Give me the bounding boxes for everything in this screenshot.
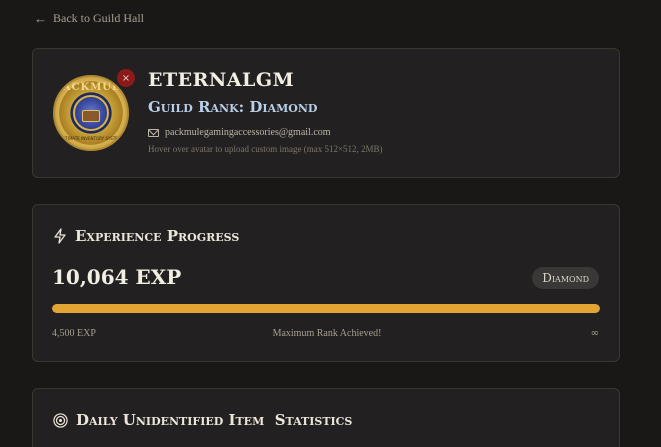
email-row: packmulegamingaccessories@gmail.com: [148, 127, 331, 138]
upload-hint: Hover over avatar to upload custom image…: [148, 144, 383, 154]
mail-icon: [148, 128, 159, 137]
experience-progress-fill: [52, 304, 600, 313]
chest-icon: [82, 109, 100, 122]
avatar-logo-subtext: ULTIMATE INVENTORY SYSTEM: [60, 136, 122, 141]
daily-stats-card: Daily Unidentified Item Statistics: [32, 388, 620, 447]
daily-stats-title: Daily Unidentified Item Statistics: [53, 411, 352, 429]
profile-card: PACKMULE ULTIMATE INVENTORY SYSTEM × ETE…: [32, 48, 620, 178]
avatar[interactable]: PACKMULE ULTIMATE INVENTORY SYSTEM: [53, 75, 129, 151]
experience-value: 10,064 EXP: [52, 265, 182, 289]
close-icon: ×: [121, 72, 131, 84]
rank-badge: Diamond: [532, 267, 599, 289]
back-to-guild-hall-link[interactable]: ← Back to Guild Hall: [34, 11, 144, 26]
progress-max-label: ∞: [590, 328, 599, 339]
target-icon: [53, 412, 68, 428]
experience-progress-bar: [52, 304, 600, 313]
bolt-icon: [54, 228, 66, 244]
arrow-left-icon: ←: [34, 11, 47, 26]
avatar-upload-area[interactable]: PACKMULE ULTIMATE INVENTORY SYSTEM ×: [53, 69, 135, 151]
avatar-logo-text: PACKMULE: [55, 82, 129, 93]
back-link-label: Back to Guild Hall: [53, 11, 144, 25]
remove-avatar-button[interactable]: ×: [117, 69, 135, 87]
experience-card: Experience Progress 10,064 EXP Diamond 4…: [32, 204, 620, 362]
username: ETERNALGM: [148, 69, 295, 91]
guild-rank: Guild Rank: Diamond: [148, 98, 318, 116]
daily-stats-title-label: Daily Unidentified Item Statistics: [76, 411, 353, 429]
experience-title: Experience Progress: [53, 227, 239, 245]
email-text: packmulegamingaccessories@gmail.com: [165, 127, 331, 138]
experience-title-label: Experience Progress: [75, 227, 240, 245]
progress-status-label: Maximum Rank Achieved!: [272, 328, 382, 339]
